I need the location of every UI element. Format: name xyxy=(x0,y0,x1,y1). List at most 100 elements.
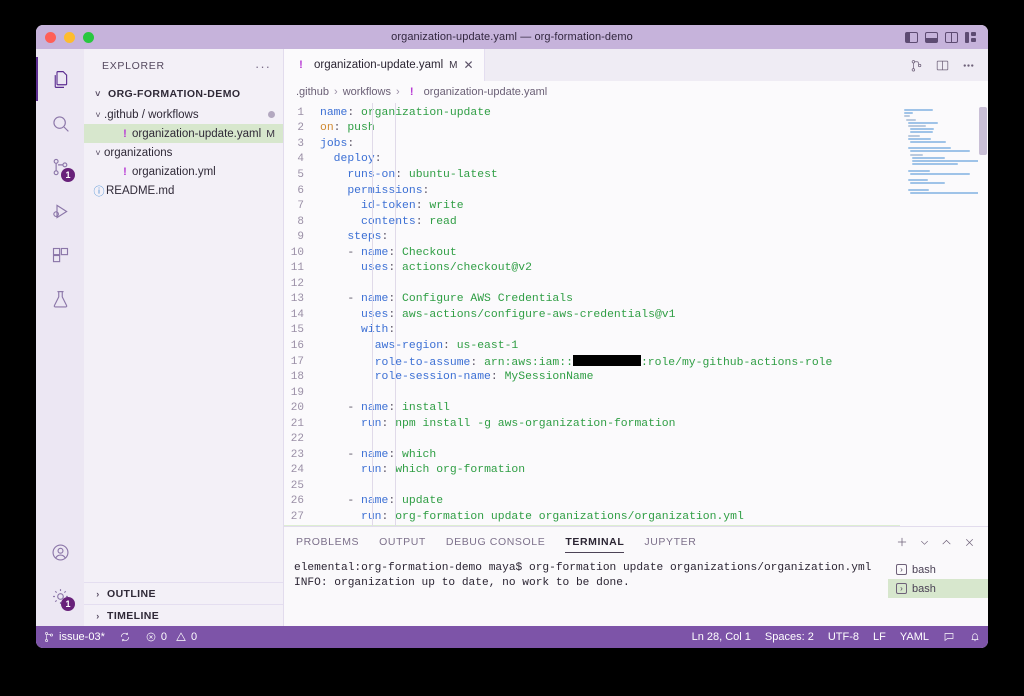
code-editor[interactable]: 1 name: organization-update 2 on: push 3 jobs… xyxy=(284,103,988,526)
editor-tab-organization-update-yaml[interactable]: ! organization-update.yaml M ✕ xyxy=(284,49,485,81)
minimap[interactable] xyxy=(900,103,978,526)
code-line[interactable]: 11 uses: actions/checkout@v2 xyxy=(284,260,900,276)
split-editor-icon[interactable] xyxy=(935,58,950,73)
activity-item-source-control[interactable]: 1 xyxy=(36,145,84,189)
status-sync[interactable] xyxy=(112,626,138,648)
tab-problems[interactable]: PROBLEMS xyxy=(296,527,359,557)
code-line[interactable]: 1 name: organization-update xyxy=(284,105,900,121)
code-line[interactable]: 13 - name: Configure AWS Credentials xyxy=(284,292,900,308)
status-language-mode[interactable]: YAML xyxy=(893,626,936,648)
code-line[interactable]: 25 xyxy=(284,478,900,494)
tab-output[interactable]: OUTPUT xyxy=(379,527,426,557)
chevron-down-icon: ˅ xyxy=(95,109,101,120)
status-problems[interactable]: 0 0 xyxy=(138,626,204,648)
editor-scrollbar[interactable] xyxy=(978,103,988,526)
code-line[interactable]: 20 - name: install xyxy=(284,400,900,416)
more-actions-icon[interactable] xyxy=(961,58,976,73)
code-line[interactable]: 28 xyxy=(284,524,900,526)
terminal-instance[interactable]: › bash xyxy=(888,560,988,579)
file-tree-item[interactable]: ! organization-update.yaml M xyxy=(84,124,283,143)
status-branch-label: issue-03* xyxy=(59,631,105,643)
code-lines-container[interactable]: 1 name: organization-update 2 on: push 3 jobs… xyxy=(284,103,900,526)
line-content: - name: install xyxy=(320,402,450,415)
code-line[interactable]: 19 xyxy=(284,385,900,401)
toggle-panel-icon[interactable] xyxy=(925,31,938,43)
status-feedback[interactable] xyxy=(936,626,962,648)
breadcrumb-item-workflows[interactable]: workflows xyxy=(343,86,391,98)
file-tree-item[interactable]: ˅ organizations xyxy=(84,143,283,162)
tab-jupyter[interactable]: JUPYTER xyxy=(644,527,696,557)
terminal-instance-selected[interactable]: › bash xyxy=(888,579,988,598)
code-line[interactable]: 21 run: npm install -g aws-organization-… xyxy=(284,416,900,432)
code-line[interactable]: 26 - name: update xyxy=(284,494,900,510)
explorer-root-folder[interactable]: ˅ ORG-FORMATION-DEMO xyxy=(84,83,283,105)
terminal-output[interactable]: elemental:org-formation-demo maya$ org-f… xyxy=(284,557,888,626)
breadcrumb-item-file[interactable]: organization-update.yaml xyxy=(424,86,548,98)
file-tree-item[interactable]: ˅ .github / workflows xyxy=(84,105,283,124)
line-number: 18 xyxy=(290,371,304,384)
code-line[interactable]: 3 jobs: xyxy=(284,136,900,152)
code-line[interactable]: 23 - name: which xyxy=(284,447,900,463)
close-tab-icon[interactable]: ✕ xyxy=(463,58,473,72)
file-tree-item[interactable]: ⓘ README.md xyxy=(84,181,283,200)
code-line[interactable]: 12 xyxy=(284,276,900,292)
activity-item-testing[interactable] xyxy=(36,277,84,321)
chevron-down-icon[interactable] xyxy=(919,537,930,548)
code-line[interactable]: 22 xyxy=(284,431,900,447)
minimap-line xyxy=(908,134,920,137)
maximize-panel-icon[interactable] xyxy=(940,536,953,549)
code-line[interactable]: 5 runs-on: ubuntu-latest xyxy=(284,167,900,183)
explorer-more-actions[interactable]: ··· xyxy=(255,59,271,74)
minimap-line xyxy=(910,150,970,153)
code-line[interactable]: 15 with: xyxy=(284,323,900,339)
code-line[interactable]: 10 - name: Checkout xyxy=(284,245,900,261)
line-content: run: npm install -g aws-organization-for… xyxy=(361,417,676,430)
file-tree-item[interactable]: ! organization.yml xyxy=(84,162,283,181)
line-number: 14 xyxy=(290,308,304,321)
status-eol[interactable]: LF xyxy=(866,626,893,648)
status-indentation[interactable]: Spaces: 2 xyxy=(758,626,821,648)
close-panel-icon[interactable] xyxy=(963,536,976,549)
code-line[interactable]: 8 contents: read xyxy=(284,214,900,230)
breadcrumb-item-github[interactable]: .github xyxy=(296,86,329,98)
code-line[interactable]: 24 run: which org-formation xyxy=(284,463,900,479)
code-line[interactable]: 27 run: org-formation update organizatio… xyxy=(284,509,900,525)
toggle-secondary-sidebar-icon[interactable] xyxy=(945,31,958,43)
status-warning-count: 0 xyxy=(190,631,198,643)
status-encoding[interactable]: UTF-8 xyxy=(821,626,866,648)
beaker-icon xyxy=(53,290,67,308)
minimap-line xyxy=(908,169,930,172)
tab-debug-console[interactable]: DEBUG CONSOLE xyxy=(446,527,545,557)
status-branch[interactable]: issue-03* xyxy=(36,626,112,648)
section-timeline[interactable]: › TIMELINE xyxy=(84,604,283,626)
activity-item-run-and-debug[interactable] xyxy=(36,189,84,233)
code-line[interactable]: 7 id-token: write xyxy=(284,198,900,214)
open-changes-icon[interactable] xyxy=(909,58,924,73)
code-line[interactable]: 14 uses: aws-actions/configure-aws-crede… xyxy=(284,307,900,323)
status-notifications[interactable] xyxy=(962,626,988,648)
code-line[interactable]: 18 role-session-name: MySessionName xyxy=(284,369,900,385)
title-bar: organization-update.yaml — org-formation… xyxy=(36,25,988,49)
section-outline[interactable]: › OUTLINE xyxy=(84,582,283,604)
activity-item-accounts[interactable] xyxy=(36,530,84,574)
code-line[interactable]: 2 on: push xyxy=(284,121,900,137)
panel-actions xyxy=(895,535,988,549)
code-line[interactable]: 16 aws-region: us-east-1 xyxy=(284,338,900,354)
code-line[interactable]: 4 deploy: xyxy=(284,152,900,168)
code-line[interactable]: 17 role-to-assume: arn:aws:iam:::role/my… xyxy=(284,354,900,370)
activity-item-manage[interactable]: 1 xyxy=(36,574,84,618)
activity-item-explorer[interactable] xyxy=(36,57,84,101)
line-content: uses: aws-actions/configure-aws-credenti… xyxy=(361,308,676,321)
code-line[interactable]: 6 permissions: xyxy=(284,183,900,199)
toggle-primary-sidebar-icon[interactable] xyxy=(905,31,918,43)
activity-item-extensions[interactable] xyxy=(36,233,84,277)
status-cursor-position[interactable]: Ln 28, Col 1 xyxy=(685,626,758,648)
new-terminal-icon[interactable] xyxy=(895,535,909,549)
scrollbar-thumb[interactable] xyxy=(979,107,987,155)
activity-item-search[interactable] xyxy=(36,101,84,145)
line-number: 8 xyxy=(297,215,304,228)
customize-layout-icon[interactable] xyxy=(965,31,978,43)
code-line[interactable]: 9 steps: xyxy=(284,229,900,245)
tab-terminal[interactable]: TERMINAL xyxy=(565,527,625,557)
line-number: 17 xyxy=(290,355,304,368)
